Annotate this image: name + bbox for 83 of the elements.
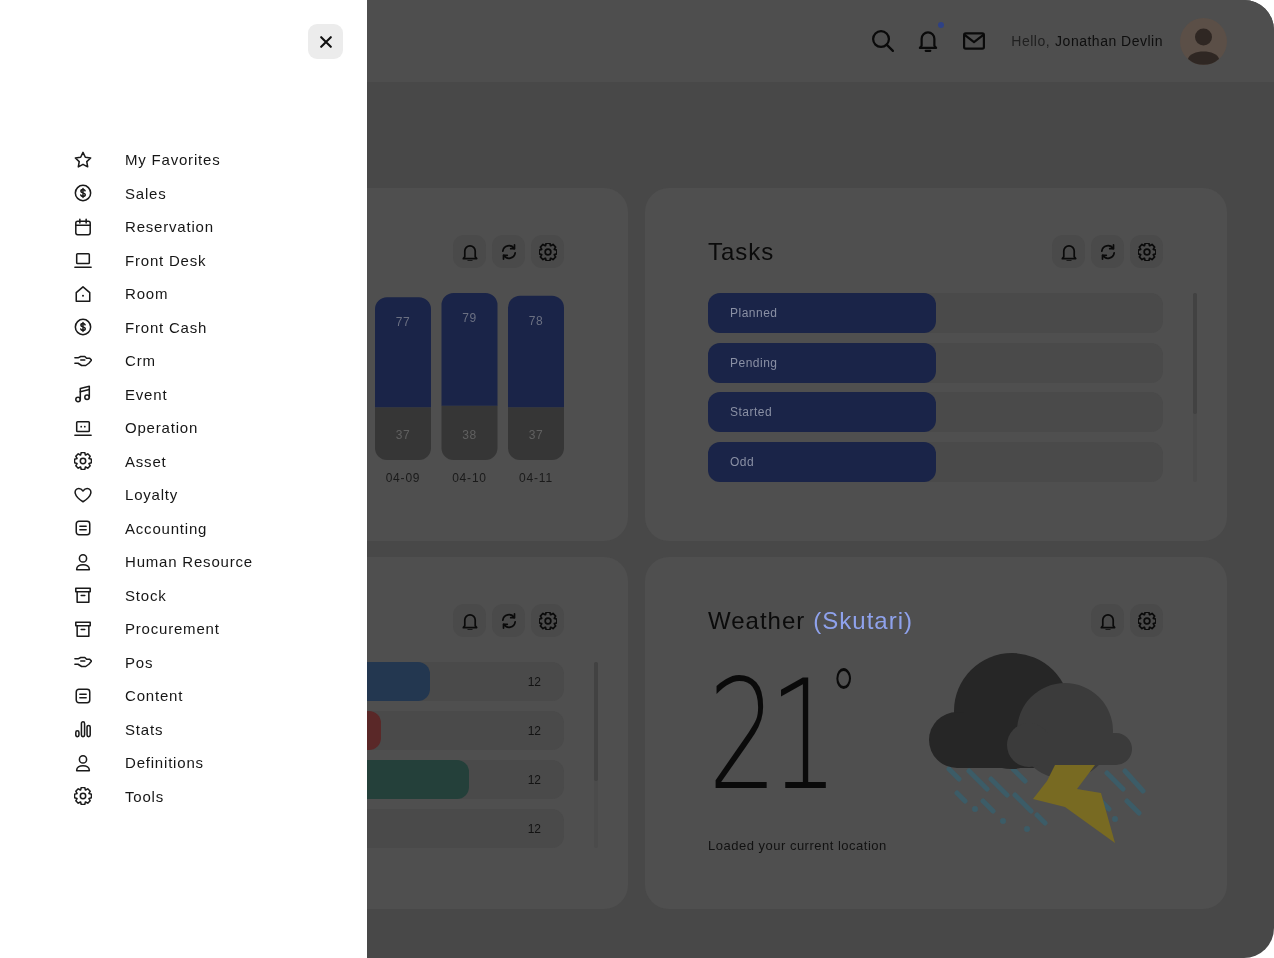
menu-item[interactable]: Accounting [74,511,208,545]
notifications-button[interactable] [1091,604,1124,637]
notifications-button[interactable] [453,604,486,637]
document-icon [74,519,92,538]
menu-item[interactable]: Pos [74,645,154,679]
count-value: 12 [527,723,541,738]
settings-button[interactable] [531,604,564,637]
menu-item[interactable]: Stats [74,712,164,746]
user-name: Jonathan Devlin [1055,33,1163,49]
person-icon [74,552,92,571]
menu-item[interactable]: Procurement [74,612,220,646]
refresh-button[interactable] [492,235,525,268]
settings-icon [538,242,557,261]
menu-item[interactable]: Content [74,679,184,713]
refresh-button[interactable] [492,604,525,637]
count-value: 12 [527,674,541,689]
laptop-icon [74,251,92,270]
menu-item[interactable]: Asset [74,444,167,478]
menu-item[interactable]: Front Cash [74,310,208,344]
bell-icon [460,242,479,261]
dollar-coin-icon [74,318,92,337]
refresh-icon [499,242,518,261]
search-icon[interactable] [872,30,895,52]
notifications-button[interactable] [1052,235,1085,268]
data-label: 79 [462,311,477,325]
refresh-icon [1098,242,1117,261]
settings-button[interactable] [1130,235,1163,268]
menu-item[interactable]: Definitions [74,746,204,780]
menu-item[interactable]: Crm [74,344,156,378]
count-value: 12 [527,821,541,836]
dollar-coin-icon [74,184,92,203]
house-icon [74,284,92,303]
temperature: 21$^{°}$ [708,660,858,812]
task-label: Started [730,405,773,420]
settings-icon [1137,242,1156,261]
gear-icon [74,452,92,471]
bell-icon[interactable] [918,30,939,52]
bell-icon [1059,242,1078,261]
star-icon [74,150,92,169]
music-note-icon [74,385,92,404]
count-value: 12 [527,772,541,787]
calendar-icon [74,217,92,236]
menu-item[interactable]: Sales [74,176,167,210]
heart-icon [74,485,92,504]
mail-icon[interactable] [963,32,986,50]
settings-button[interactable] [531,235,564,268]
archive-box-icon [74,619,92,638]
bell-icon [460,611,479,630]
close-icon [319,35,332,48]
settings-button[interactable] [1130,604,1163,637]
card-title: Tasks [708,237,775,266]
refresh-button[interactable] [1091,235,1124,268]
menu-item[interactable]: Reservation [74,210,214,244]
menu-item[interactable]: Operation [74,411,199,445]
user-avatar[interactable] [1180,17,1227,65]
notifications-button[interactable] [453,235,486,268]
refresh-icon [499,611,518,630]
task-label: Planned [730,306,778,320]
task-label: Pending [730,355,778,370]
bar-chart-icon [74,720,92,739]
close-button[interactable] [308,24,343,59]
bell-icon [1098,611,1117,630]
menu-item[interactable]: Event [74,377,168,411]
menu-item[interactable]: Stock [74,578,167,612]
gear-icon [74,787,92,806]
menu-item[interactable]: Loyalty [74,478,179,512]
settings-icon [1137,611,1156,630]
menu-item[interactable]: My Favorites [74,143,221,177]
settings-icon [538,611,557,630]
data-label: 78 [528,313,544,328]
task-label: Odd [730,454,755,469]
menu-item[interactable]: Room [74,277,169,311]
monitor-icon [74,418,92,437]
person-icon [74,753,92,772]
document-icon [74,686,92,705]
location-name: (Skutari) [813,606,913,635]
menu-item[interactable]: Front Desk [74,243,207,277]
menu-item[interactable]: Human Resource [74,545,253,579]
data-label: 77 [395,315,411,330]
menu-item[interactable]: Tools [74,779,165,813]
card-title: Weather [708,606,806,635]
location-status: Loaded your current location [708,838,887,854]
archive-box-icon [74,586,92,605]
